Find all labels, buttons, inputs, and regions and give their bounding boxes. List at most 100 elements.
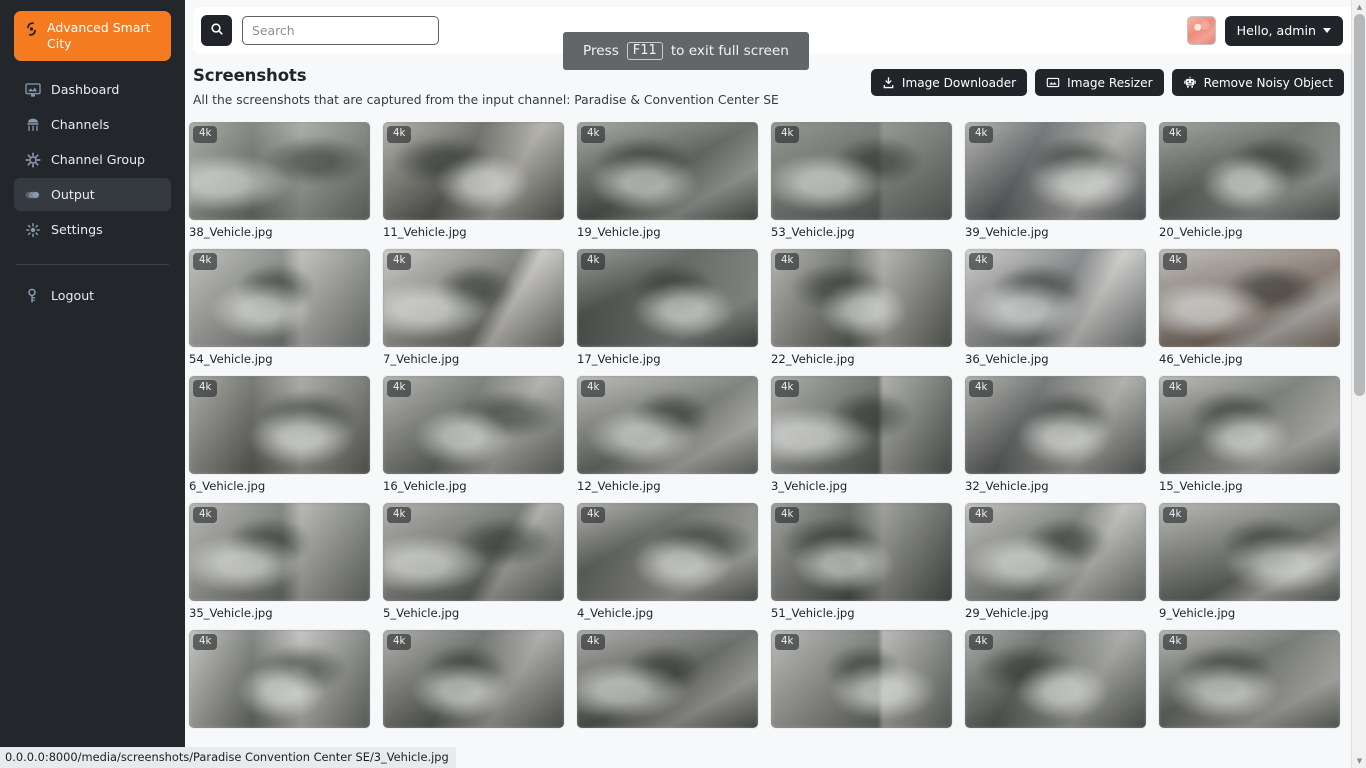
- screenshot-cell: 4k 51_Vehicle.jpg: [771, 502, 952, 621]
- sidebar-item-label: Dashboard: [51, 82, 120, 97]
- screenshot-thumbnail[interactable]: 4k: [383, 629, 564, 728]
- sidebar-item-dashboard[interactable]: Dashboard: [14, 73, 171, 106]
- search-button[interactable]: [201, 15, 232, 46]
- resolution-badge: 4k: [969, 252, 994, 270]
- sidebar-item-label: Logout: [51, 288, 95, 303]
- screenshot-thumbnail[interactable]: 4k: [577, 629, 758, 728]
- resolution-badge: 4k: [969, 126, 994, 143]
- page-subtitle: All the screenshots that are captured fr…: [193, 93, 779, 107]
- screenshot-filename: 11_Vehicle.jpg: [383, 225, 467, 239]
- screenshot-filename: 3_Vehicle.jpg: [771, 478, 848, 493]
- brand-logo-button[interactable]: Advanced Smart City: [14, 11, 171, 61]
- screenshot-cell: 4k 46_Vehicle.jpg: [1159, 248, 1340, 367]
- screenshot-grid: 4k 38_Vehicle.jpg 4k 11_Vehicle.jpg 4k 19_Veh…: [189, 122, 1344, 734]
- screenshot-cell: 4k 11_Vehicle.jpg: [383, 122, 564, 240]
- screenshot-filename: 22_Vehicle.jpg: [771, 351, 855, 366]
- sidebar-item-label: Output: [51, 187, 95, 202]
- screenshot-thumbnail[interactable]: 4k: [577, 502, 758, 601]
- screenshot-thumbnail[interactable]: 4k: [189, 122, 370, 220]
- download-icon: [882, 76, 895, 89]
- scroll-up-arrow[interactable]: ▲: [1352, 0, 1366, 14]
- screenshot-thumbnail[interactable]: 4k: [771, 122, 952, 220]
- screenshot-filename: 4_Vehicle.jpg: [577, 605, 654, 620]
- resolution-badge: 4k: [193, 633, 218, 651]
- user-menu-label: Hello, admin: [1236, 23, 1316, 38]
- resolution-badge: 4k: [1163, 633, 1188, 651]
- screenshot-thumbnail[interactable]: 4k: [189, 629, 370, 728]
- user-menu-button[interactable]: Hello, admin: [1224, 15, 1343, 46]
- screenshot-cell: 4k 32_Vehicle.jpg: [965, 375, 1146, 494]
- screenshot-filename: 5_Vehicle.jpg: [383, 605, 460, 620]
- screenshot-thumbnail[interactable]: 4k: [189, 502, 370, 601]
- screenshot-thumbnail[interactable]: 4k: [383, 122, 564, 220]
- sidebar-divider: [16, 264, 169, 265]
- screenshot-thumbnail[interactable]: 4k: [771, 375, 952, 474]
- sidebar-item-settings[interactable]: Settings: [14, 213, 171, 246]
- sidebar-item-label: Channel Group: [51, 152, 146, 167]
- scroll-down-arrow[interactable]: ▼: [1352, 754, 1366, 768]
- resolution-badge: 4k: [581, 506, 606, 524]
- screenshot-thumbnail[interactable]: 4k: [577, 248, 758, 347]
- screenshot-filename: 9_Vehicle.jpg: [1159, 605, 1236, 620]
- screenshot-cell: 4k 6_Vehicle.jpg: [189, 375, 370, 494]
- image-resizer-button[interactable]: Image Resizer: [1035, 69, 1164, 96]
- sidebar-item-output[interactable]: Output: [14, 178, 171, 211]
- vertical-scrollbar[interactable]: ▲ ▼: [1351, 0, 1366, 768]
- screenshot-filename: 54_Vehicle.jpg: [189, 351, 273, 366]
- screenshot-thumbnail[interactable]: 4k: [383, 502, 564, 601]
- screenshot-cell: 4k 5_Vehicle.jpg: [383, 502, 564, 621]
- resolution-badge: 4k: [1163, 126, 1188, 143]
- gallery-scroll-area[interactable]: 4k 38_Vehicle.jpg 4k 11_Vehicle.jpg 4k 19_Veh…: [185, 122, 1366, 768]
- screenshot-cell: 4k 39_Vehicle.jpg: [965, 122, 1146, 240]
- resolution-badge: 4k: [969, 633, 994, 651]
- screenshot-thumbnail[interactable]: 4k: [189, 248, 370, 347]
- screenshot-thumbnail[interactable]: 4k: [383, 248, 564, 347]
- screenshot-filename: 29_Vehicle.jpg: [965, 605, 1049, 620]
- screenshot-thumbnail[interactable]: 4k: [965, 502, 1146, 601]
- screenshot-thumbnail[interactable]: 4k: [965, 629, 1146, 728]
- resize-image-icon: [1046, 76, 1060, 89]
- screenshot-thumbnail[interactable]: 4k: [1159, 502, 1340, 601]
- screenshot-cell: 4k: [1159, 629, 1340, 734]
- main-content: Hello, admin Screenshots All the screens…: [185, 0, 1366, 768]
- resolution-badge: 4k: [775, 633, 800, 651]
- page-header-text: Screenshots All the screenshots that are…: [193, 66, 779, 107]
- resolution-badge: 4k: [969, 506, 994, 524]
- screenshot-thumbnail[interactable]: 4k: [1159, 375, 1340, 474]
- screenshot-cell: 4k: [383, 629, 564, 734]
- screenshot-cell: 4k 17_Vehicle.jpg: [577, 248, 758, 367]
- resolution-badge: 4k: [1163, 506, 1188, 524]
- resolution-badge: 4k: [775, 506, 800, 524]
- screenshot-thumbnail[interactable]: 4k: [1159, 122, 1340, 220]
- screenshot-thumbnail[interactable]: 4k: [771, 629, 952, 728]
- settings-gear-icon: [24, 221, 41, 238]
- avatar[interactable]: [1186, 16, 1216, 45]
- resolution-badge: 4k: [193, 252, 218, 270]
- page-title: Screenshots: [193, 66, 307, 85]
- image-downloader-button[interactable]: Image Downloader: [870, 69, 1028, 96]
- scrollbar-thumb[interactable]: [1354, 14, 1365, 396]
- screenshot-thumbnail[interactable]: 4k: [965, 122, 1146, 220]
- remove-noisy-object-button[interactable]: Remove Noisy Object: [1171, 69, 1344, 96]
- sidebar-item-channels[interactable]: Channels: [14, 108, 171, 141]
- screenshot-thumbnail[interactable]: 4k: [771, 248, 952, 347]
- screenshot-thumbnail[interactable]: 4k: [965, 375, 1146, 474]
- sidebar-nav: Dashboard Channels Channel Group Output …: [14, 73, 171, 246]
- search-input[interactable]: [242, 16, 439, 45]
- screenshot-thumbnail[interactable]: 4k: [1159, 629, 1340, 728]
- screenshot-thumbnail[interactable]: 4k: [771, 502, 952, 601]
- screenshot-thumbnail[interactable]: 4k: [189, 375, 370, 474]
- screenshot-cell: 4k: [771, 629, 952, 734]
- screenshot-cell: 4k 12_Vehicle.jpg: [577, 375, 758, 494]
- screenshot-thumbnail[interactable]: 4k: [577, 375, 758, 474]
- sidebar-item-logout[interactable]: Logout: [14, 279, 171, 312]
- screenshot-thumbnail[interactable]: 4k: [383, 375, 564, 474]
- logout-key-icon: [24, 287, 41, 304]
- sidebar-item-channel-group[interactable]: Channel Group: [14, 143, 171, 176]
- screenshot-thumbnail[interactable]: 4k: [577, 122, 758, 220]
- smart-city-logo-icon: [24, 21, 39, 41]
- screenshot-thumbnail[interactable]: 4k: [965, 248, 1146, 347]
- screenshot-thumbnail[interactable]: 4k: [1159, 248, 1340, 347]
- button-label: Remove Noisy Object: [1203, 75, 1333, 90]
- screenshot-cell: 4k 35_Vehicle.jpg: [189, 502, 370, 621]
